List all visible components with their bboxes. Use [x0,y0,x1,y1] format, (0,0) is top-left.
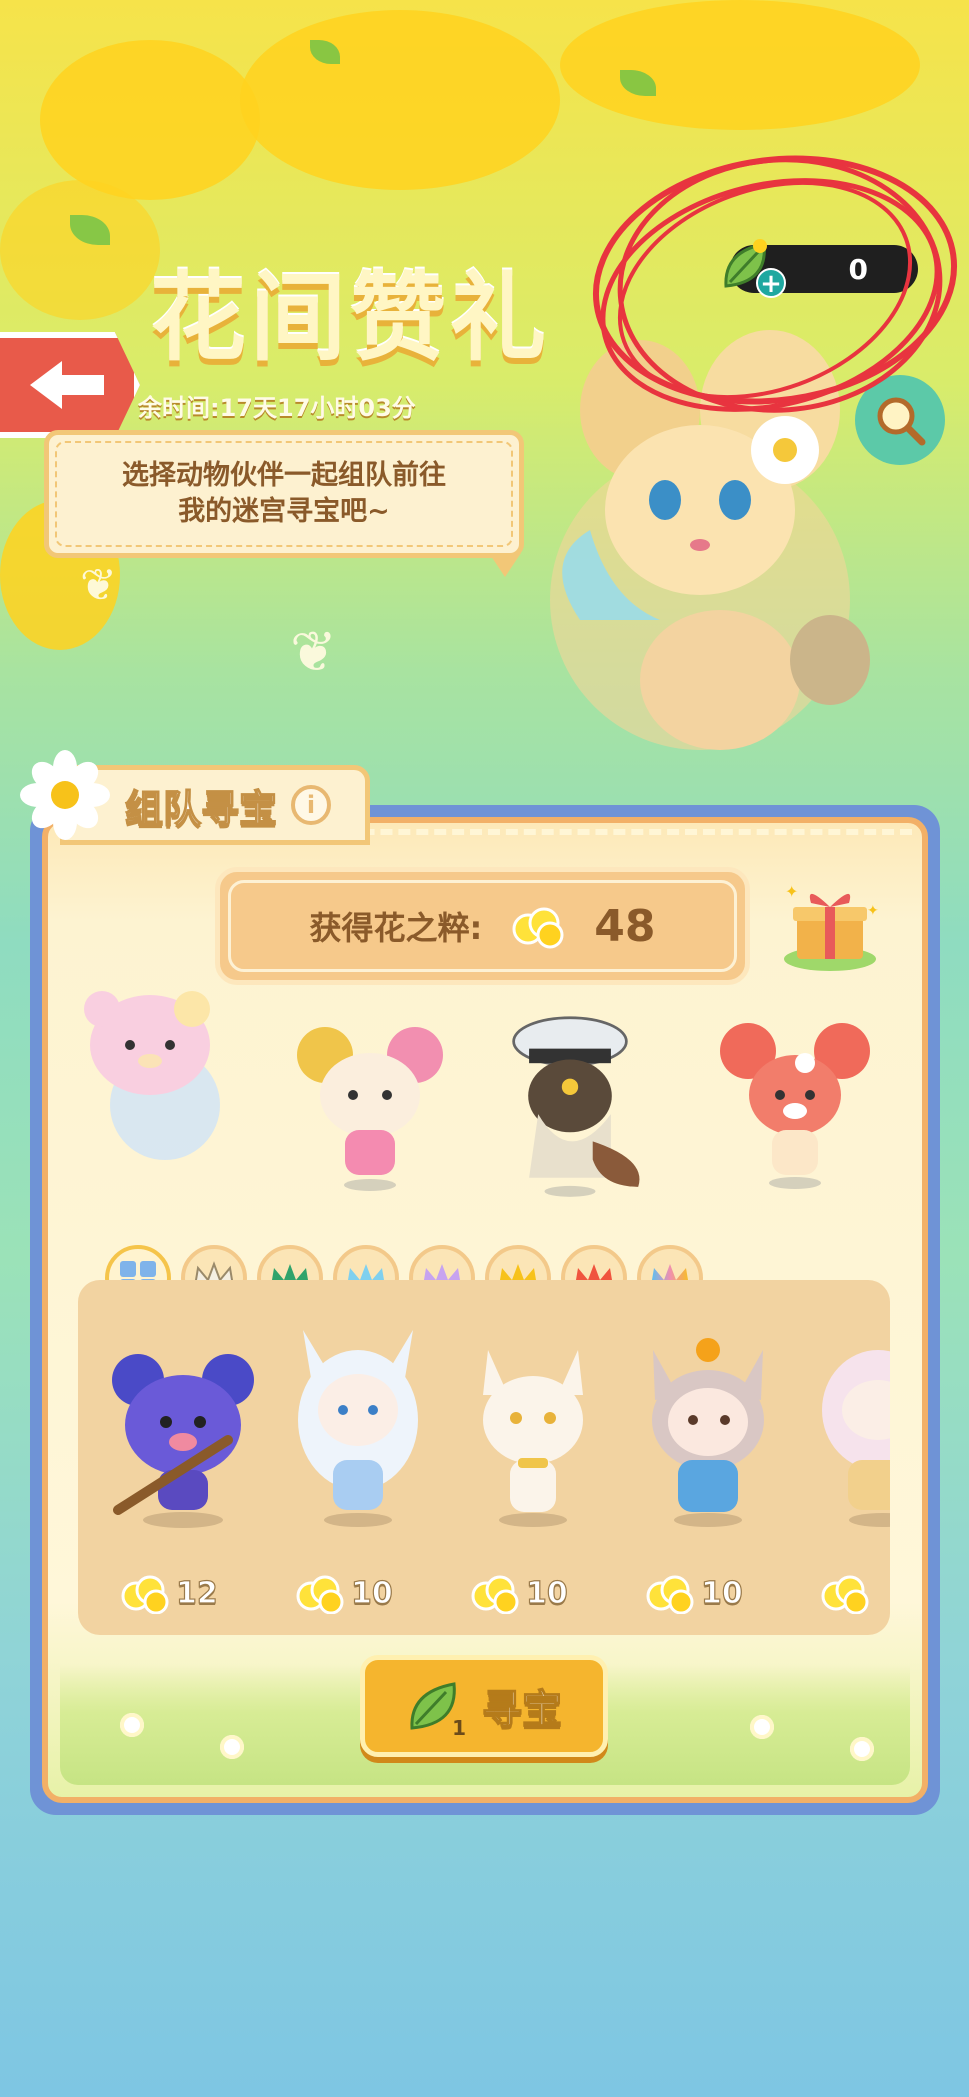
pollen-icon [296,1575,344,1614]
event-title: 花间赞礼 [150,261,550,374]
pet-cost [818,1572,876,1614]
pet-card[interactable]: 10 [273,1310,443,1620]
blossom-cluster [560,0,920,130]
blossom-cluster [40,40,260,200]
hunt-cost: 1 [406,1676,466,1740]
pollen-icon [512,907,564,949]
back-button[interactable] [0,332,140,438]
reward-label: 获得花之粹: [309,909,483,947]
pet-cost: 12 [118,1572,218,1614]
panel-title: 组队寻宝 [124,786,278,832]
currency-value: 0 [848,252,868,286]
pollen-icon [121,1575,169,1614]
pet-white-cat [483,1350,583,1527]
team-slot-owl-captain[interactable] [495,1005,645,1205]
hunt-button-label: 寻宝 [481,1686,563,1734]
pet-white-fox-girl [298,1330,418,1527]
pet-blueberry-bear [112,1354,254,1528]
pollen-icon [646,1575,694,1614]
flower-decoration [120,1713,144,1737]
pet-cost: 10 [468,1572,568,1614]
team-slot-mouse-girl[interactable] [295,1025,445,1225]
team-slot-bubble-bear[interactable] [70,985,220,1185]
pet-pink-fox [822,1350,890,1527]
pet-cost-value: 10 [350,1575,393,1611]
svg-text:✦: ✦ [785,882,798,901]
flower-decoration [750,1715,774,1739]
pet-cost-value: 10 [700,1575,743,1611]
reward-value: 48 [594,900,656,952]
daisy-icon [20,750,110,840]
pollen-icon [471,1575,519,1614]
info-icon[interactable]: i [291,785,332,825]
pet-card[interactable]: 10 [448,1310,618,1620]
gift-box-icon[interactable]: ✦ ✦ [775,875,885,975]
fox-mascot [550,330,870,750]
pet-card[interactable]: 10 [623,1310,793,1620]
pet-card[interactable] [798,1310,890,1620]
blossom-cluster [240,10,560,190]
pollen-icon [821,1575,869,1614]
speech-bubble: 选择动物伙伴一起组队前往 我的迷宫寻宝吧~ [44,430,524,577]
pet-cost-value: 10 [525,1575,568,1611]
speech-text: 选择动物伙伴一起组队前往 我的迷宫寻宝吧~ [122,459,446,527]
hunt-cost-value: 1 [452,1716,466,1740]
search-button[interactable] [855,375,945,465]
butterfly-icon: ❦ [290,620,337,685]
magnifier-icon [877,397,926,446]
pet-cost: 10 [293,1572,393,1614]
reward-box: 获得花之粹: 48 [215,867,750,985]
pet-cost-value: 12 [175,1575,218,1611]
blossom-cluster [0,180,160,320]
reward-box-border [228,880,737,972]
flower-decoration [850,1737,874,1761]
pet-card[interactable]: 12 [98,1310,268,1620]
pet-cost: 10 [643,1572,743,1614]
pet-list: 12 10 10 10 [78,1280,890,1635]
add-currency-button[interactable]: + [756,268,786,298]
speech-tail [489,553,521,577]
team-slot-red-mouse[interactable] [720,1015,870,1215]
event-timer: 余时间:17天17小时03分 [138,394,416,422]
treasure-hunt-button[interactable]: 1 寻宝 [360,1655,608,1757]
pet-bell-girl [652,1338,764,1527]
arrow-left-icon [30,361,104,409]
flower-decoration [220,1735,244,1759]
svg-text:✦: ✦ [867,903,879,919]
butterfly-icon: ❦ [80,560,117,611]
